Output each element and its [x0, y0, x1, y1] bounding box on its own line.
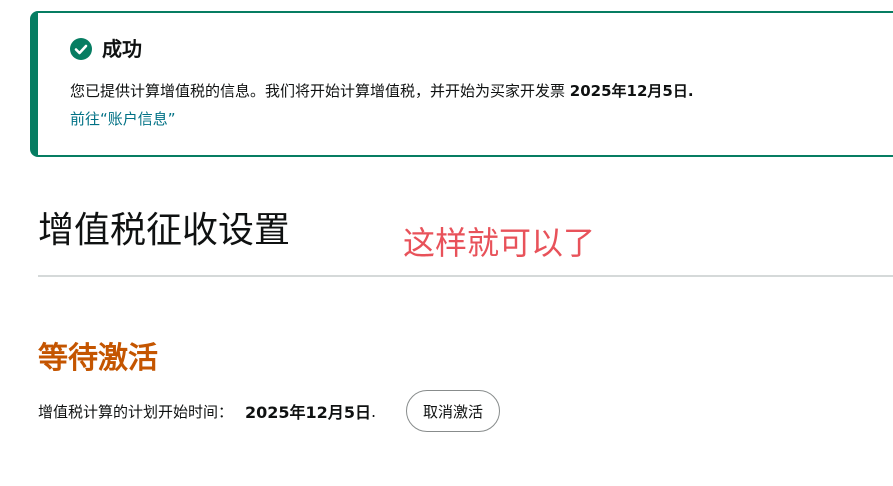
check-circle-icon — [70, 38, 92, 60]
alert-message-date: 2025年12月5日. — [569, 82, 694, 100]
account-info-link[interactable]: 前往“账户信息” — [70, 109, 176, 129]
schedule-row: 增值税计算的计划开始时间： 2025年12月5日 . 取消激活 — [38, 390, 501, 432]
schedule-label: 增值税计算的计划开始时间： — [38, 402, 234, 421]
alert-message-text: 您已提供计算增值税的信息。我们将开始计算增值税，并开始为买家开发票 — [70, 82, 570, 100]
annotation-text: 这样就可以了 — [403, 224, 596, 262]
alert-title: 成功 — [102, 37, 142, 61]
divider — [38, 275, 893, 277]
schedule-date: 2025年12月5日 — [245, 403, 371, 422]
success-alert: 成功 您已提供计算增值税的信息。我们将开始计算增值税，并开始为买家开发票 202… — [30, 11, 893, 157]
alert-message: 您已提供计算增值税的信息。我们将开始计算增值税，并开始为买家开发票 2025年1… — [70, 81, 694, 101]
schedule-suffix: . — [370, 401, 377, 421]
status-heading: 等待激活 — [38, 341, 158, 376]
cancel-activation-button[interactable]: 取消激活 — [406, 390, 501, 432]
page: 成功 您已提供计算增值税的信息。我们将开始计算增值税，并开始为买家开发票 202… — [0, 0, 893, 486]
alert-header: 成功 — [70, 37, 142, 61]
page-title: 增值税征收设置 — [38, 210, 291, 251]
